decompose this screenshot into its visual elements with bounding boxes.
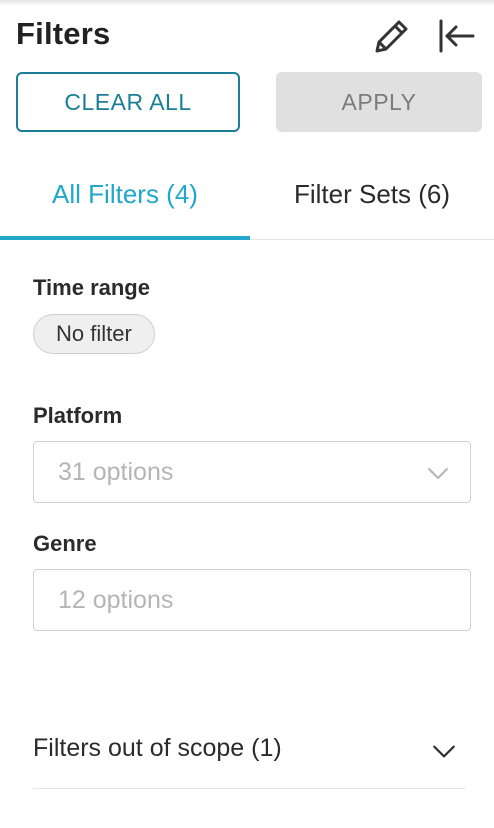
scope-divider [33, 788, 465, 789]
platform-label: Platform [33, 403, 123, 428]
platform-placeholder: 31 options [58, 458, 174, 486]
genre-label: Genre [33, 531, 97, 556]
collapse-left-icon [439, 19, 475, 53]
tab-filter-sets[interactable]: Filter Sets (6) [250, 150, 494, 238]
filters-header: Filters [0, 0, 494, 64]
collapse-panel-button[interactable] [434, 14, 478, 58]
genre-select[interactable]: 12 options [33, 569, 471, 631]
edit-filters-button[interactable] [370, 14, 414, 58]
panel-title: Filters [16, 16, 111, 51]
chevron-down-icon [428, 468, 448, 479]
tab-all-filters[interactable]: All Filters (4) [0, 150, 250, 238]
time-range-label: Time range [33, 275, 150, 300]
clear-all-button[interactable]: CLEAR ALL [16, 72, 240, 132]
time-range-chip[interactable]: No filter [33, 314, 155, 354]
platform-select[interactable]: 31 options [33, 441, 471, 503]
active-tab-indicator [0, 236, 250, 240]
pencil-icon [375, 20, 408, 53]
out-of-scope-label: Filters out of scope (1) [33, 734, 282, 762]
chevron-down-icon [433, 745, 455, 758]
apply-button[interactable]: APPLY [276, 72, 482, 132]
filter-tabs: All Filters (4) Filter Sets (6) [0, 150, 494, 240]
filters-out-of-scope-toggle[interactable]: Filters out of scope (1) [33, 720, 465, 788]
genre-placeholder: 12 options [58, 586, 174, 614]
